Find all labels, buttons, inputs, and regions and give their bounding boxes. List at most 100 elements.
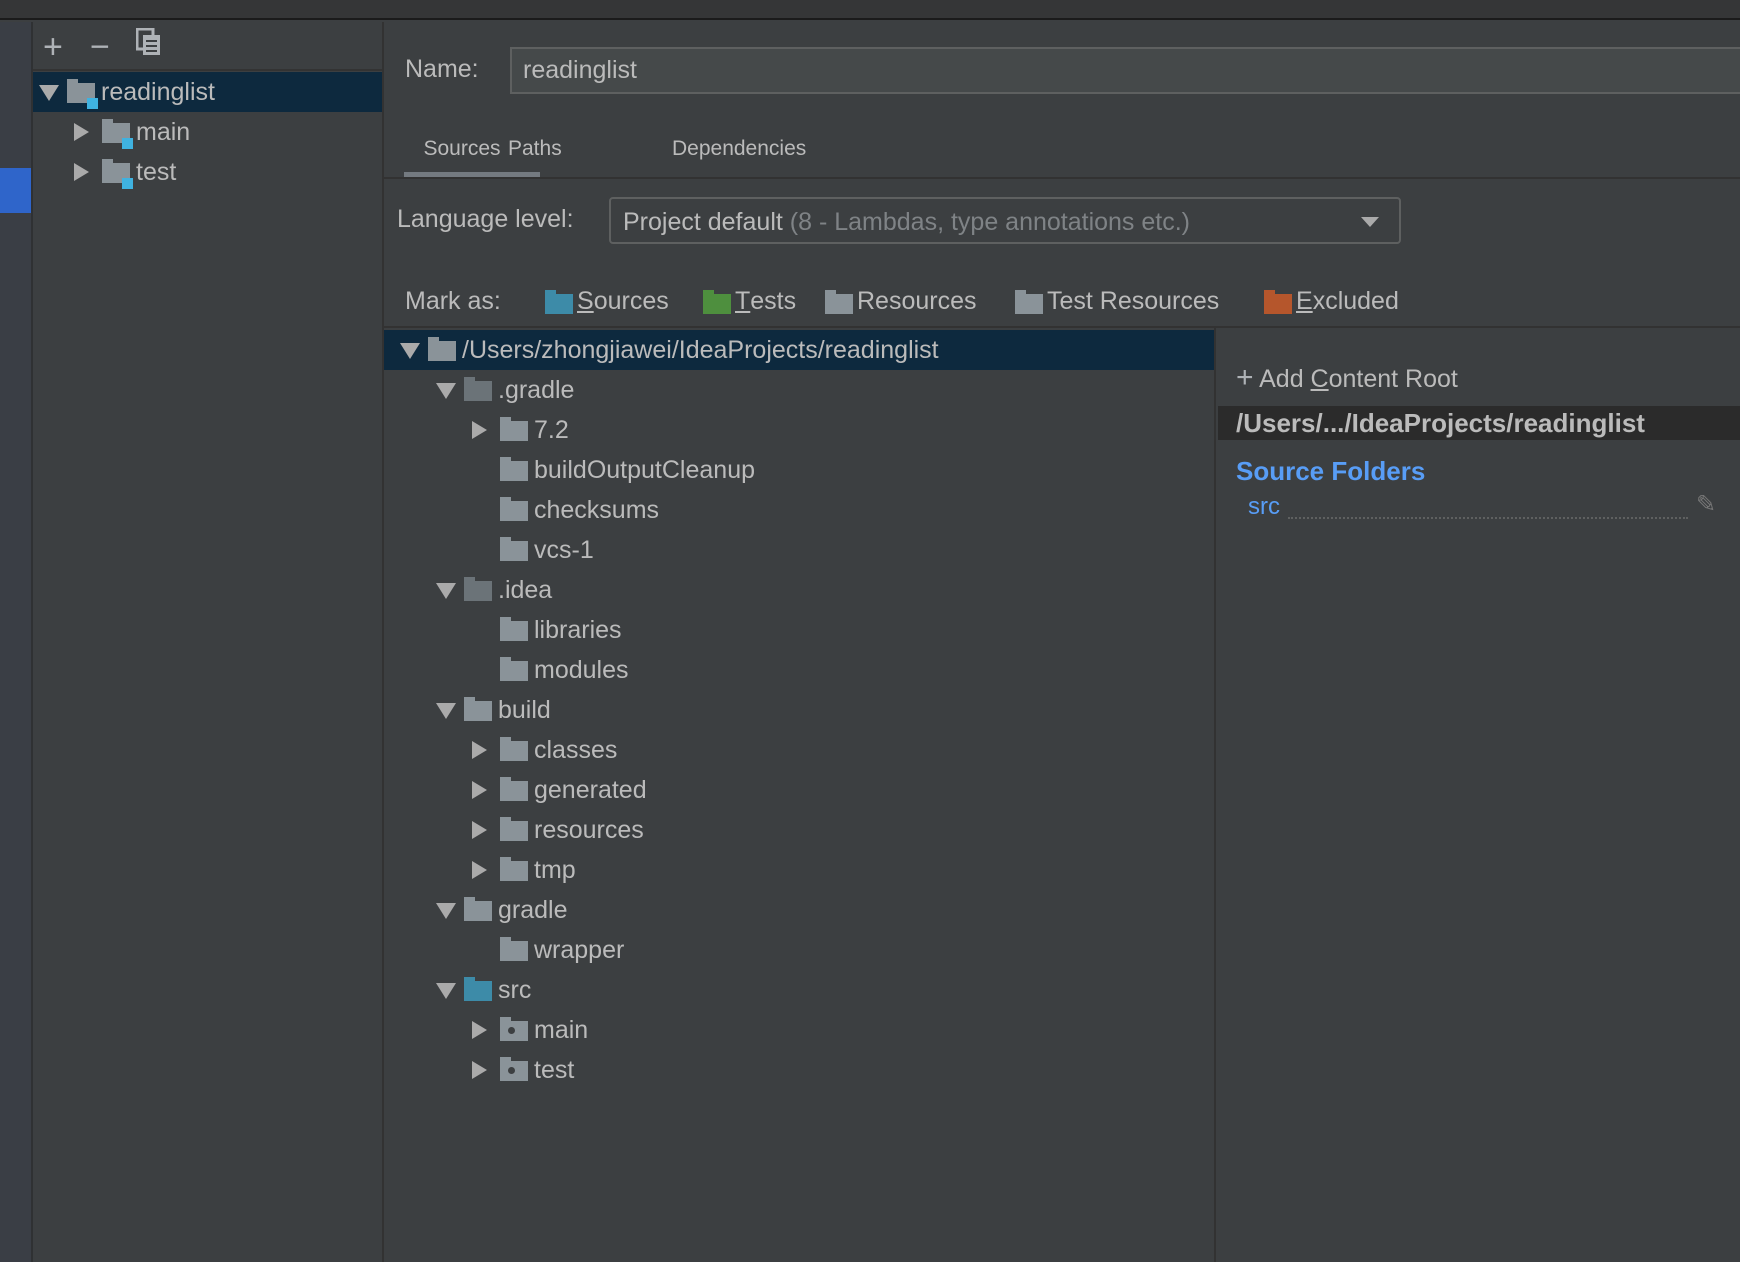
module-badge-icon <box>122 138 133 149</box>
tree-row[interactable]: /Users/zhongjiawei/IdeaProjects/readingl… <box>384 330 1214 370</box>
tree-row[interactable]: checksums <box>384 490 1214 530</box>
folder-icon <box>500 817 528 841</box>
module-label: readinglist <box>101 78 215 106</box>
module-badge-icon <box>122 178 133 189</box>
folder-icon <box>545 289 573 314</box>
dotted-leader <box>1288 517 1688 519</box>
tree-row[interactable]: .idea <box>384 570 1214 610</box>
tree-row[interactable]: src <box>384 970 1214 1010</box>
mark-as-tests-button[interactable]: Tests <box>703 287 796 316</box>
tree-label: 7.2 <box>534 416 569 444</box>
mark-as-sources-button[interactable]: Sources <box>545 287 669 316</box>
tree-label: .gradle <box>498 376 575 404</box>
folder-icon <box>500 497 528 521</box>
expand-arrow-right-icon[interactable] <box>74 163 89 181</box>
folder-icon <box>500 537 528 561</box>
tree-row[interactable]: gradle <box>384 890 1214 930</box>
tree-row[interactable]: classes <box>384 730 1214 770</box>
expand-arrow-right-icon[interactable] <box>472 1021 487 1039</box>
mark-as-label: ests <box>750 287 797 315</box>
module-details: Name: Sources Paths Dependencies Languag… <box>384 22 1740 1262</box>
tree-label: main <box>534 1016 589 1044</box>
tree-label: src <box>498 976 532 1004</box>
mark-as-test-resources-button[interactable]: Test Resources <box>1015 287 1219 316</box>
folder-icon <box>1264 289 1292 314</box>
module-row[interactable]: readinglist <box>33 72 382 112</box>
name-input[interactable] <box>510 47 1740 94</box>
folder-icon <box>1015 289 1043 314</box>
mnemonic: T <box>735 287 751 315</box>
tree-row[interactable]: vcs-1 <box>384 530 1214 570</box>
tree-row[interactable]: buildOutputCleanup <box>384 450 1214 490</box>
expand-arrow-down-icon[interactable] <box>39 85 59 101</box>
module-row[interactable]: main <box>33 112 382 152</box>
add-content-root-label-rest: ontent Root <box>1328 365 1458 393</box>
folder-icon <box>500 937 528 961</box>
tree-row[interactable]: resources <box>384 810 1214 850</box>
folder-icon <box>464 697 492 721</box>
tree-row[interactable]: wrapper <box>384 930 1214 970</box>
expand-arrow-right-icon[interactable] <box>472 421 487 439</box>
module-row[interactable]: test <box>33 152 382 192</box>
add-content-root-button[interactable]: + Add Content Root <box>1236 361 1458 395</box>
content-root-tree: /Users/zhongjiawei/IdeaProjects/readingl… <box>384 328 1216 1262</box>
expand-arrow-right-icon[interactable] <box>472 1061 487 1079</box>
folder-icon <box>500 457 528 481</box>
remove-module-button[interactable]: − <box>90 30 110 64</box>
tree-row[interactable]: main <box>384 1010 1214 1050</box>
category-selection-indicator[interactable] <box>0 168 31 213</box>
source-folder-item[interactable]: src <box>1248 493 1280 521</box>
expand-arrow-down-icon[interactable] <box>436 983 456 999</box>
language-level-dropdown[interactable]: Project default (8 - Lambdas, type annot… <box>609 197 1401 244</box>
tab-paths[interactable]: Paths <box>508 137 562 161</box>
folder-icon <box>500 777 528 801</box>
copy-icon[interactable] <box>135 27 160 55</box>
folder-icon <box>500 1017 528 1041</box>
package-dot-icon <box>508 1067 515 1074</box>
tree-row[interactable]: libraries <box>384 610 1214 650</box>
mark-as-excluded-button[interactable]: Excluded <box>1264 287 1399 316</box>
tree-row[interactable]: .gradle <box>384 370 1214 410</box>
folder-icon <box>67 79 98 109</box>
expand-arrow-right-icon[interactable] <box>472 861 487 879</box>
language-level-value: Project default <box>623 208 783 236</box>
mnemonic: S <box>577 287 594 315</box>
expand-arrow-down-icon[interactable] <box>436 903 456 919</box>
tree-row[interactable]: generated <box>384 770 1214 810</box>
tree-row[interactable]: tmp <box>384 850 1214 890</box>
mark-as-label: Mark as: <box>405 287 501 315</box>
expand-arrow-down-icon[interactable] <box>436 583 456 599</box>
folder-icon <box>703 289 731 314</box>
mark-as-label: Resources <box>857 287 977 315</box>
tree-label: gradle <box>498 896 568 924</box>
plus-icon: + <box>1236 361 1254 394</box>
chevron-down-icon <box>1361 217 1379 227</box>
expand-arrow-right-icon[interactable] <box>472 781 487 799</box>
expand-arrow-down-icon[interactable] <box>436 703 456 719</box>
tree-row[interactable]: build <box>384 690 1214 730</box>
tree-row[interactable]: 7.2 <box>384 410 1214 450</box>
expand-arrow-down-icon[interactable] <box>436 383 456 399</box>
expand-arrow-right-icon[interactable] <box>472 821 487 839</box>
expand-arrow-down-icon[interactable] <box>400 343 420 359</box>
tree-row[interactable]: test <box>384 1050 1214 1090</box>
source-folders-title: Source Folders <box>1236 456 1426 486</box>
mark-as-resources-button[interactable]: Resources <box>825 287 977 316</box>
mnemonic: E <box>1296 287 1313 315</box>
folder-icon <box>500 737 528 761</box>
tree-row[interactable]: modules <box>384 650 1214 690</box>
mark-as-label: ources <box>593 287 669 315</box>
folder-icon <box>500 417 528 441</box>
mark-as-label: xcluded <box>1312 287 1399 315</box>
expand-arrow-right-icon[interactable] <box>472 741 487 759</box>
tab-dependencies[interactable]: Dependencies <box>672 137 806 161</box>
folder-icon <box>428 337 456 361</box>
language-level-label: Language level: <box>397 205 574 233</box>
expand-arrow-right-icon[interactable] <box>74 123 89 141</box>
pencil-icon[interactable]: ✎ <box>1696 490 1716 519</box>
tab-divider <box>384 177 1740 179</box>
content-roots-panel: + Add Content Root /Users/.../IdeaProjec… <box>1218 328 1740 1262</box>
add-module-button[interactable]: + <box>43 30 63 64</box>
tree-label: test <box>534 1056 575 1084</box>
package-dot-icon <box>508 1027 515 1034</box>
